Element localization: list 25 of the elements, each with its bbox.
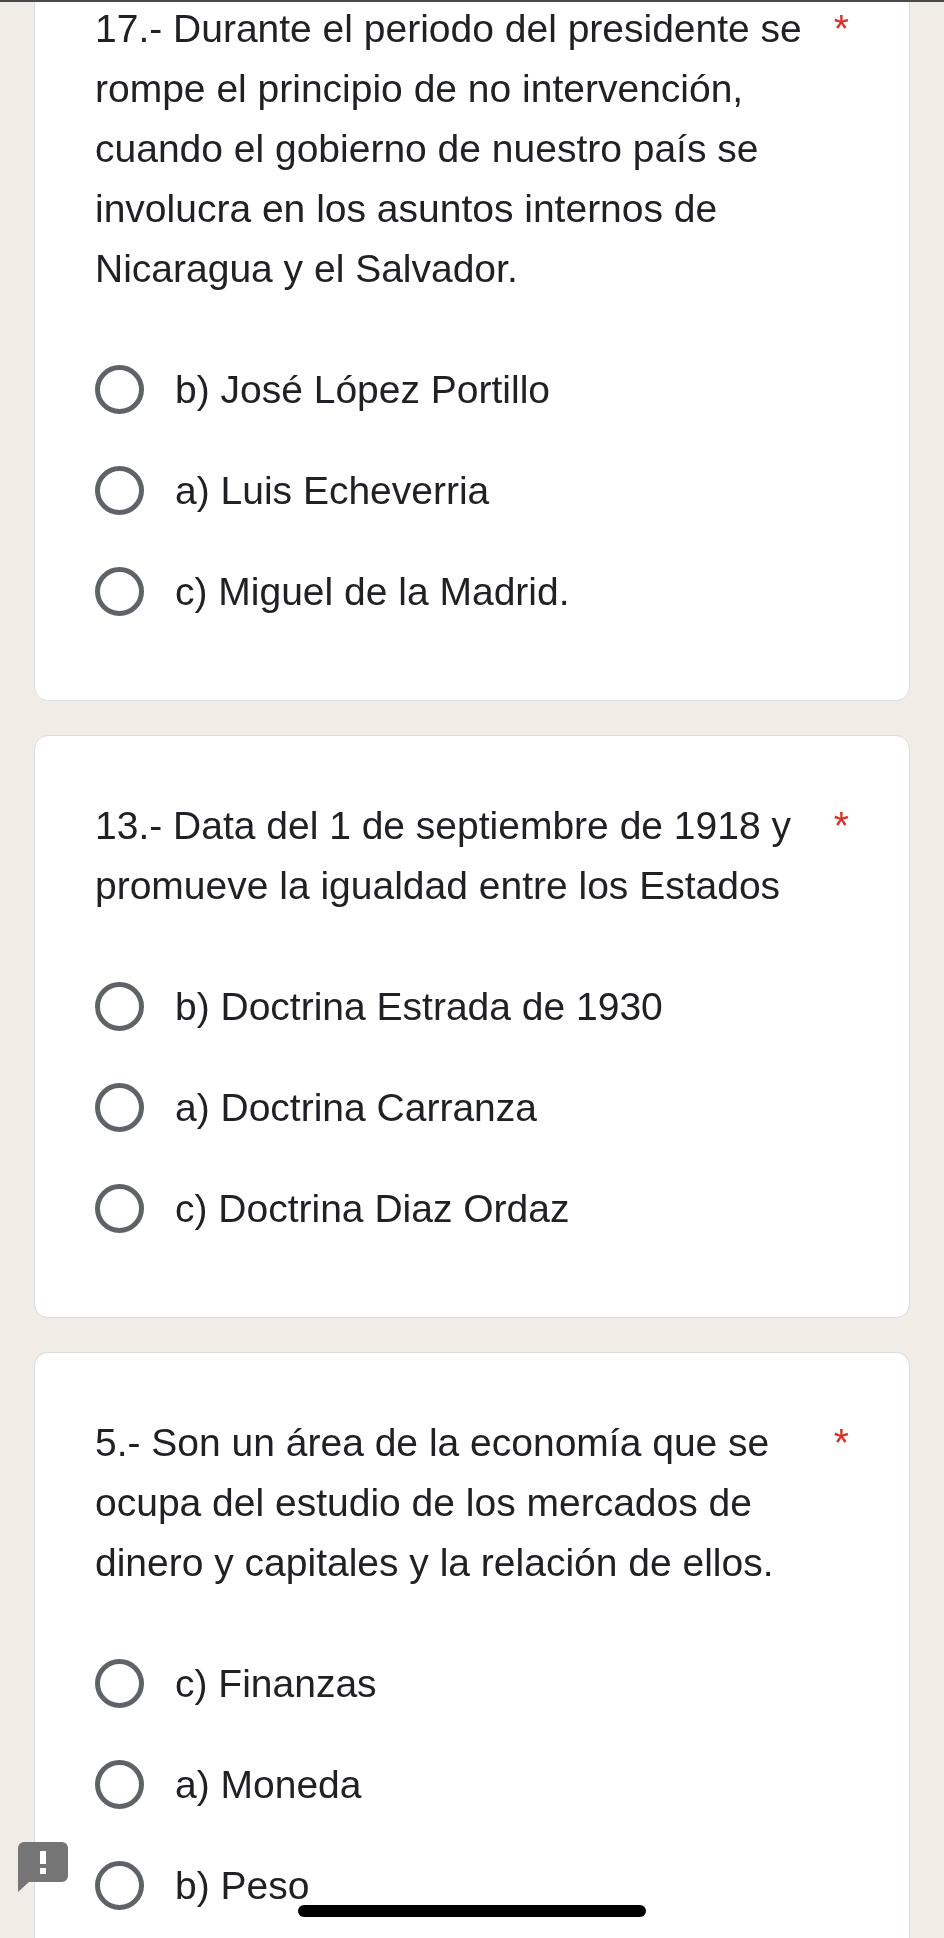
option-label[interactable]: b) Peso — [175, 1861, 310, 1910]
radio-button[interactable] — [95, 1184, 144, 1233]
radio-button[interactable] — [95, 466, 144, 515]
required-asterisk: * — [833, 803, 849, 849]
required-asterisk: * — [833, 1420, 849, 1466]
option-label[interactable]: a) Doctrina Carranza — [175, 1083, 537, 1132]
option-label[interactable]: c) Doctrina Diaz Ordaz — [175, 1184, 570, 1233]
question-title: 17.- Durante el periodo del presidente se rompe el principio de no intervención, cuando el gobierno de nuestro país se involucra en los asuntos internos de Nicaragua y el Salvador. — [95, 6, 803, 292]
radio-button[interactable] — [95, 365, 144, 414]
radio-button[interactable] — [95, 1861, 144, 1910]
feedback-icon[interactable] — [18, 1842, 68, 1892]
option-label[interactable]: b) José López Portillo — [175, 365, 551, 414]
option-label[interactable]: b) Doctrina Estrada de 1930 — [175, 982, 663, 1031]
radio-button[interactable] — [95, 567, 144, 616]
required-asterisk: * — [833, 6, 849, 52]
option-label[interactable]: c) Miguel de la Madrid. — [175, 567, 570, 616]
radio-button[interactable] — [95, 1659, 144, 1708]
option-label[interactable]: a) Moneda — [175, 1760, 362, 1809]
question-title: 5.- Son un área de la economía que se ocupa del estudio de los mercados de dinero y capitales y la relación de ellos. — [95, 1420, 775, 1586]
radio-button[interactable] — [95, 982, 144, 1031]
option-label[interactable]: c) Finanzas — [175, 1659, 377, 1708]
option-label[interactable]: a) Luis Echeverria — [175, 466, 490, 515]
radio-button[interactable] — [95, 1083, 144, 1132]
radio-button[interactable] — [95, 1760, 144, 1809]
question-title: 13.- Data del 1 de septiembre de 1918 y promueve la igualdad entre los Estados — [95, 803, 792, 909]
